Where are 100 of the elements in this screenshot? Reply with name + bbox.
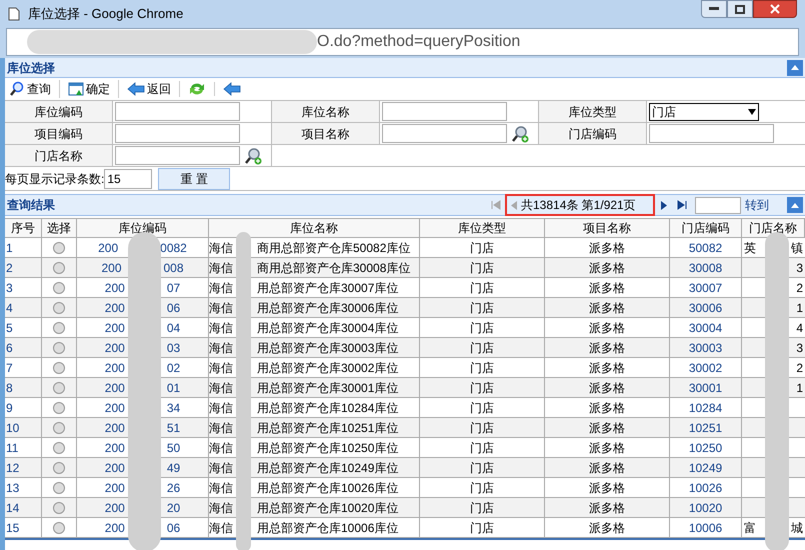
table-cell: 派多格 xyxy=(545,478,670,497)
toolbar-button[interactable]: 查询 xyxy=(9,80,51,98)
table-cell-text: 008 xyxy=(164,260,184,276)
search-add-icon[interactable] xyxy=(511,124,529,142)
input-field[interactable] xyxy=(382,124,507,143)
table-cell-text: 海信 xyxy=(209,440,233,456)
table-cell: 门店 xyxy=(420,418,545,437)
radio-button[interactable] xyxy=(53,402,65,414)
table-cell-text: 06 xyxy=(166,520,180,536)
input-field[interactable] xyxy=(115,102,240,121)
table-cell-text: 4 xyxy=(796,320,803,336)
minimize-button[interactable] xyxy=(701,0,727,18)
toolbar-button[interactable]: 返回 xyxy=(127,80,171,98)
left-arrow-icon xyxy=(127,82,145,96)
radio-button[interactable] xyxy=(53,362,65,374)
toolbar-button[interactable]: 确定 xyxy=(68,80,110,98)
table-cell: 30008 xyxy=(670,258,742,277)
table-cell: 11 xyxy=(5,438,42,457)
table-cell: 门店 xyxy=(420,358,545,377)
table-cell: 3 xyxy=(5,278,42,297)
table-cell: 10249 xyxy=(670,458,742,477)
table-cell: 门店 xyxy=(420,478,545,497)
url-text: O.do?method=queryPosition xyxy=(317,32,520,52)
table-cell-text: 英 xyxy=(744,240,756,256)
table-cell-text: 用总部资产仓库10006库位 xyxy=(257,520,398,536)
table-cell-text: 200 xyxy=(104,360,125,376)
table-cell-text: 20 xyxy=(166,500,180,516)
field-label: 项目编码 xyxy=(5,123,113,144)
table-cell: 派多格 xyxy=(545,298,670,317)
table-cell-text: 海信 xyxy=(209,300,233,316)
table-cell-text: 海信 xyxy=(209,260,233,276)
radio-button[interactable] xyxy=(53,282,65,294)
table-cell-text: 49 xyxy=(166,460,180,476)
radio-button[interactable] xyxy=(53,502,65,514)
window-title: 库位选择 - Google Chrome xyxy=(28,5,184,24)
table-cell: 4 xyxy=(5,298,42,317)
table-cell-text: 03 xyxy=(166,340,180,356)
table-cell-text: 用总部资产仓库30002库位 xyxy=(257,360,398,376)
toolbar-icon-button[interactable] xyxy=(223,82,241,96)
radio-button[interactable] xyxy=(53,522,65,534)
table-cell: 10250 xyxy=(670,438,742,457)
radio-button[interactable] xyxy=(53,462,65,474)
close-button[interactable] xyxy=(753,0,797,18)
table-cell: 门店 xyxy=(420,338,545,357)
table-cell: 10006 xyxy=(670,518,742,537)
radio-button[interactable] xyxy=(53,482,65,494)
maximize-button[interactable] xyxy=(727,0,753,18)
radio-button[interactable] xyxy=(53,302,65,314)
radio-button[interactable] xyxy=(53,342,65,354)
refresh-icon xyxy=(188,81,206,97)
radio-button[interactable] xyxy=(53,242,65,254)
reset-button[interactable]: 重 置 xyxy=(158,168,230,190)
table-cell-text: 200 xyxy=(104,440,125,456)
table-cell-text: 海信 xyxy=(209,400,233,416)
table-cell-text: 200 xyxy=(101,260,122,276)
page-size-field[interactable]: 15 xyxy=(104,168,152,188)
input-field[interactable] xyxy=(382,102,507,121)
radio-button[interactable] xyxy=(53,422,65,434)
table-cell: 门店 xyxy=(420,238,545,257)
table-cell: 派多格 xyxy=(545,378,670,397)
goto-page-field[interactable] xyxy=(695,196,741,214)
radio-button[interactable] xyxy=(53,262,65,274)
first-page-icon[interactable] xyxy=(491,200,501,210)
field-label: 门店名称 xyxy=(5,145,113,166)
radio-button[interactable] xyxy=(53,442,65,454)
table-cell-text: 用总部资产仓库30006库位 xyxy=(257,300,398,316)
table-cell-text: 海信 xyxy=(209,240,233,256)
table-cell: 10026 xyxy=(670,478,742,497)
prev-page-icon[interactable] xyxy=(511,200,517,210)
panel-title: 库位选择 xyxy=(6,60,55,76)
goto-link[interactable]: 转到 xyxy=(745,196,769,214)
table-cell: 派多格 xyxy=(545,518,670,537)
radio-button[interactable] xyxy=(53,382,65,394)
last-page-icon[interactable] xyxy=(677,200,687,210)
table-cell-text: 200 xyxy=(104,380,125,396)
table-cell: 2 xyxy=(5,258,42,277)
column-header: 门店编码 xyxy=(670,219,742,237)
address-bar[interactable]: O.do?method=queryPosition xyxy=(6,28,799,56)
collapse-button[interactable] xyxy=(787,197,803,213)
table-cell-text: 2 xyxy=(796,360,803,376)
table-cell-text: 04 xyxy=(166,320,180,336)
collapse-button[interactable] xyxy=(787,60,803,76)
table-cell-text: 用总部资产仓库10250库位 xyxy=(257,440,398,456)
table-cell-text: 用总部资产仓库30003库位 xyxy=(257,340,398,356)
up-triangle-icon xyxy=(791,65,799,70)
table-cell-text: 200 xyxy=(98,240,118,256)
toolbar-icon-button[interactable] xyxy=(188,81,206,97)
radio-button[interactable] xyxy=(53,322,65,334)
input-field[interactable] xyxy=(649,124,774,143)
close-icon xyxy=(770,4,780,14)
table-cell-text: 海信 xyxy=(209,340,233,356)
table-cell-text: 海信 xyxy=(209,420,233,436)
type-select[interactable]: 门店 xyxy=(649,102,759,120)
table-cell-text: 200 xyxy=(104,280,125,296)
search-add-icon[interactable] xyxy=(244,146,262,164)
table-cell: 6 xyxy=(5,338,42,357)
table-cell: 派多格 xyxy=(545,418,670,437)
input-field[interactable] xyxy=(115,124,240,143)
input-field[interactable] xyxy=(115,146,240,165)
next-page-icon[interactable] xyxy=(661,200,667,210)
